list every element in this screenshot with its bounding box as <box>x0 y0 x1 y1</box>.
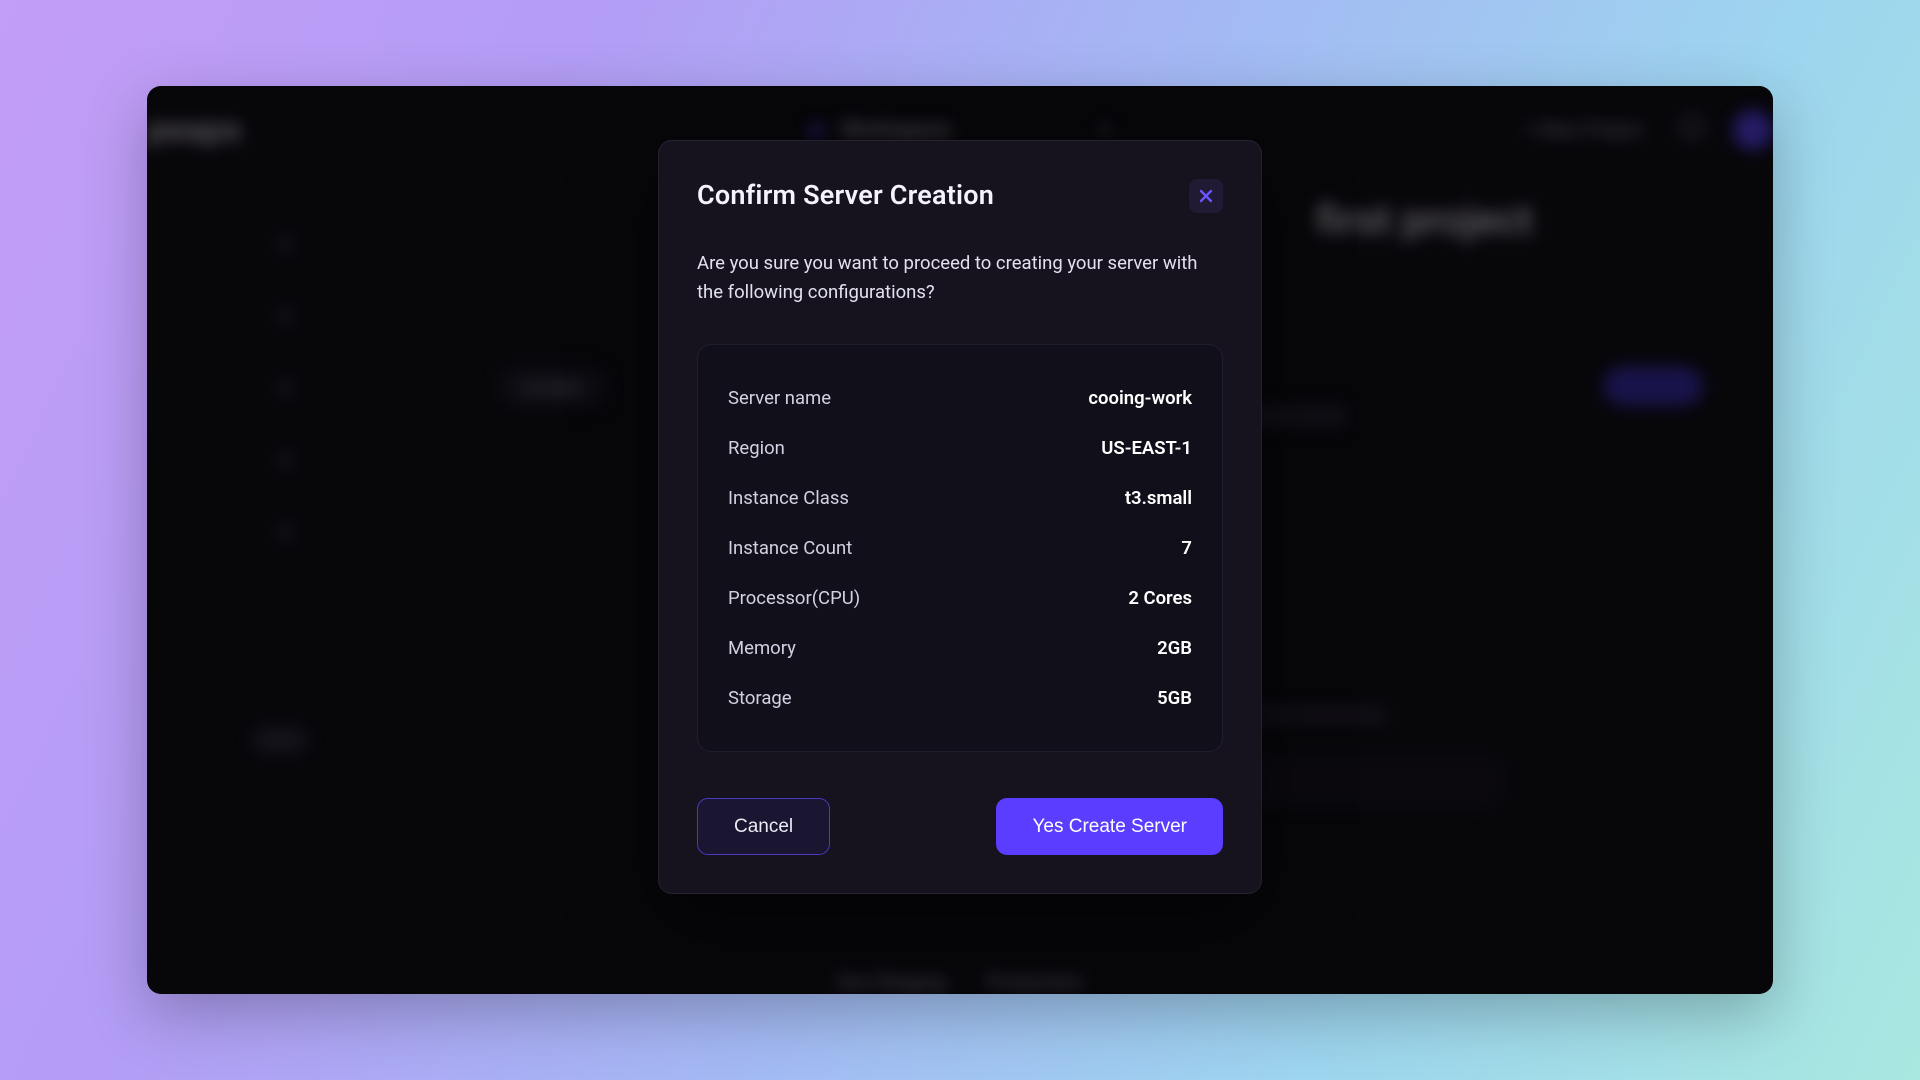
close-icon <box>1198 188 1214 204</box>
modal-title: Confirm Server Creation <box>697 179 994 211</box>
confirm-server-creation-modal: Confirm Server Creation Are you sure you… <box>658 140 1262 894</box>
config-value: cooing-work <box>1088 387 1192 409</box>
config-label: Instance Count <box>728 537 852 559</box>
config-row-server-name: Server name cooing-work <box>728 373 1192 423</box>
close-button[interactable] <box>1189 179 1223 213</box>
config-label: Storage <box>728 687 792 709</box>
modal-header: Confirm Server Creation <box>697 179 1223 213</box>
config-label: Region <box>728 437 785 459</box>
config-value: 2 Cores <box>1128 587 1192 609</box>
config-row-region: Region US-EAST-1 <box>728 423 1192 473</box>
config-label: Server name <box>728 387 831 409</box>
config-row-memory: Memory 2GB <box>728 623 1192 673</box>
modal-actions: Cancel Yes Create Server <box>697 798 1223 855</box>
config-label: Processor(CPU) <box>728 587 860 609</box>
config-value: 7 <box>1181 537 1192 559</box>
config-value: 2GB <box>1157 637 1192 659</box>
config-row-processor: Processor(CPU) 2 Cores <box>728 573 1192 623</box>
config-row-instance-class: Instance Class t3.small <box>728 473 1192 523</box>
configuration-summary-card: Server name cooing-work Region US-EAST-1… <box>697 344 1223 752</box>
config-value: US-EAST-1 <box>1101 437 1192 459</box>
config-label: Instance Class <box>728 487 849 509</box>
config-value: t3.small <box>1125 487 1192 509</box>
config-row-storage: Storage 5GB <box>728 673 1192 723</box>
config-row-instance-count: Instance Count 7 <box>728 523 1192 573</box>
cancel-button[interactable]: Cancel <box>697 798 830 855</box>
confirm-create-server-button[interactable]: Yes Create Server <box>996 798 1223 855</box>
config-value: 5GB <box>1157 687 1192 709</box>
modal-question: Are you sure you want to proceed to crea… <box>697 249 1223 306</box>
app-window: peaps Workspace + New Project first proj… <box>147 86 1773 994</box>
config-label: Memory <box>728 637 796 659</box>
